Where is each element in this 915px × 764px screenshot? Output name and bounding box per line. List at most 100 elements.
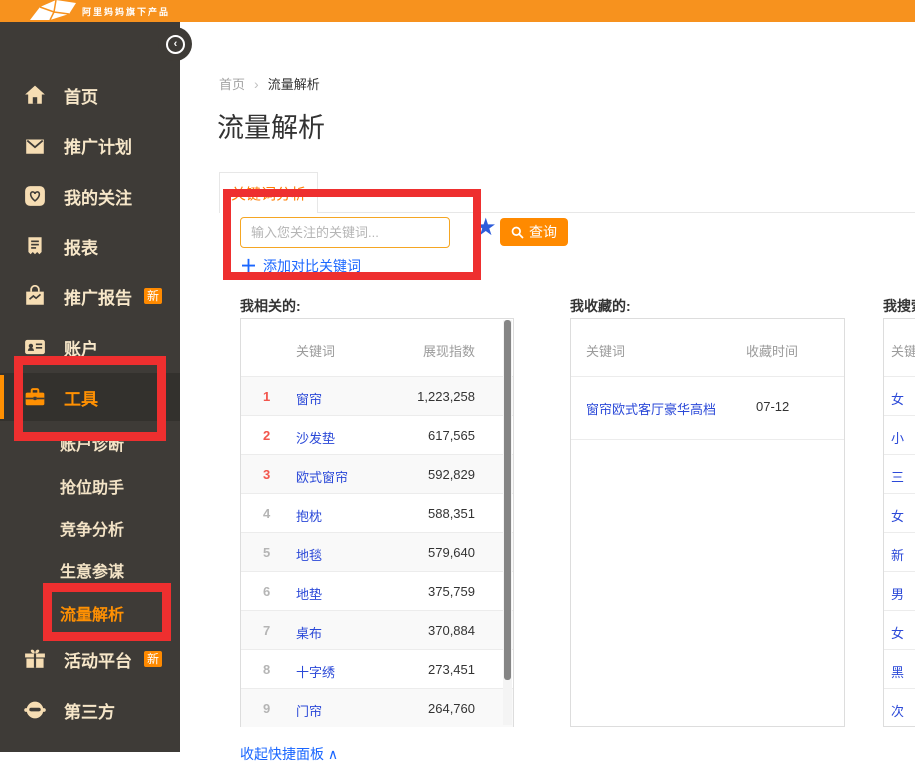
table-row: 小 [884, 415, 915, 454]
table-row: 女 [884, 376, 915, 415]
sidebar-item-campaigns[interactable]: 推广计划 [0, 121, 180, 169]
traffic-analysis-page: { "colors": { "brand_orange": "#f7921e",… [0, 0, 915, 752]
keyword-link[interactable]: 十字绣 [296, 662, 335, 681]
rank-cell: 7 [263, 623, 270, 638]
brand-text: 阿里妈妈旗下产品 [82, 5, 170, 18]
rank-cell: 4 [263, 506, 270, 521]
keyword-link[interactable]: 小 [891, 428, 904, 447]
search-icon [511, 226, 524, 239]
rank-cell: 6 [263, 584, 270, 599]
chevron-right-icon: › [254, 76, 259, 92]
query-button[interactable]: 查询 [500, 218, 568, 246]
rank-cell: 3 [263, 467, 270, 482]
heart-icon [24, 185, 46, 207]
sidebar-item-label: 工具 [64, 385, 98, 410]
keyword-link[interactable]: 三 [891, 467, 904, 486]
rank-cell: 9 [263, 701, 270, 716]
table-row: 女 [884, 610, 915, 649]
table-row: 2 沙发垫 617,565 [241, 415, 513, 454]
keyword-link[interactable]: 次 [891, 701, 904, 720]
collapse-sidebar-icon[interactable]: ‹ [166, 35, 185, 54]
tab-divider [318, 212, 915, 213]
sidebar-item-label: 账户 [64, 335, 98, 360]
sidebar-subitem-rank-helper[interactable]: 抢位助手 [60, 471, 124, 501]
sidebar-subitem-label: 流量解析 [60, 601, 124, 625]
keyword-link[interactable]: 欧式窗帘 [296, 467, 348, 486]
sidebar-item-third-party[interactable]: 第三方 [0, 686, 180, 734]
keyword-link[interactable]: 窗帘 [296, 389, 322, 408]
impression-index-cell: 1,223,258 [417, 389, 475, 404]
impression-index-cell: 588,351 [428, 506, 475, 521]
favorites-table-label: 我收藏的: [570, 296, 631, 316]
sidebar-item-reports[interactable]: 报表 [0, 222, 180, 270]
sidebar-item-label: 推广计划 [64, 133, 132, 158]
related-table-label: 我相关的: [240, 296, 301, 316]
keyword-link[interactable]: 男 [891, 584, 904, 603]
related-keywords-table: 关键词 展现指数 1 窗帘 1,223,258 2 沙发垫 617,565 3 … [240, 318, 514, 727]
impression-index-cell: 273,451 [428, 662, 475, 677]
id-card-icon [24, 336, 46, 358]
scrollbar-track[interactable] [503, 320, 512, 725]
scrollbar-thumb[interactable] [504, 320, 511, 680]
keyword-link[interactable]: 黑 [891, 662, 904, 681]
impression-index-cell: 579,640 [428, 545, 475, 560]
query-button-label: 查询 [529, 222, 557, 242]
sidebar-subitem-account-diagnosis[interactable]: 账户诊断 [60, 428, 124, 458]
briefcase-icon [24, 386, 46, 408]
keyword-link[interactable]: 女 [891, 623, 904, 642]
keyword-link[interactable]: 地垫 [296, 584, 322, 603]
new-badge: 新 [144, 651, 162, 667]
keyword-link[interactable]: 门帘 [296, 701, 322, 720]
sidebar-item-activity-platform[interactable]: 活动平台 新 [0, 635, 180, 683]
column-header-keyword: 关键词 [891, 341, 915, 360]
sidebar-item-label: 报表 [64, 234, 98, 259]
table-row: 7 桌布 370,884 [241, 610, 513, 649]
active-indicator-bar [0, 375, 4, 419]
table-header: 关键词 [884, 319, 915, 376]
sidebar-item-favorites[interactable]: 我的关注 [0, 172, 180, 220]
sidebar-item-account[interactable]: 账户 [0, 323, 180, 371]
table-row: 男 [884, 571, 915, 610]
impression-index-cell: 264,760 [428, 701, 475, 716]
page-title: 流量解析 [217, 106, 325, 145]
rank-cell: 2 [263, 428, 270, 443]
collapse-quick-panel-link[interactable]: 收起快捷面板 ∧ [240, 744, 338, 764]
column-header-favorite-time: 收藏时间 [746, 341, 798, 360]
keyword-link[interactable]: 女 [891, 389, 904, 408]
sidebar-item-label: 活动平台 [64, 647, 132, 672]
impression-index-cell: 592,829 [428, 467, 475, 482]
breadcrumb-home-link[interactable]: 首页 [219, 74, 245, 93]
add-compare-keyword-link[interactable]: ＋ 添加对比关键词 [240, 256, 361, 276]
tab-keyword-analysis[interactable]: 关键词分析 [219, 172, 318, 213]
rank-cell: 5 [263, 545, 270, 560]
sidebar-item-tools[interactable]: 工具 [0, 373, 180, 421]
table-header: 关键词 展现指数 [241, 319, 513, 376]
plus-icon: ＋ [240, 258, 257, 275]
keyword-link[interactable]: 桌布 [296, 623, 322, 642]
sidebar-subitem-label: 竞争分析 [60, 516, 124, 540]
breadcrumb: 首页 › 流量解析 [219, 74, 320, 93]
sidebar-item-home[interactable]: 首页 [0, 71, 180, 119]
table-row: 窗帘欧式客厅豪华高档 07-12 [571, 376, 844, 440]
favorite-star-icon[interactable]: ★ [475, 216, 497, 240]
table-row: 3 欧式窗帘 592,829 [241, 454, 513, 493]
keyword-search-input[interactable] [240, 217, 450, 248]
sidebar-item-label: 第三方 [64, 698, 115, 723]
impression-index-cell: 617,565 [428, 428, 475, 443]
keyword-link[interactable]: 地毯 [296, 545, 322, 564]
table-row: 黑 [884, 649, 915, 688]
keyword-link[interactable]: 沙发垫 [296, 428, 335, 447]
sidebar-subitem-traffic-analysis[interactable]: 流量解析 [60, 598, 124, 628]
home-icon [24, 84, 46, 106]
keyword-link[interactable]: 窗帘欧式客厅豪华高档 [586, 399, 716, 418]
keyword-link[interactable]: 抱枕 [296, 506, 322, 525]
impression-index-cell: 375,759 [428, 584, 475, 599]
keyword-link[interactable]: 女 [891, 506, 904, 525]
sidebar-subitem-business-advisor[interactable]: 生意参谋 [60, 555, 124, 585]
table-row: 三 [884, 454, 915, 493]
keyword-link[interactable]: 新 [891, 545, 904, 564]
campaign-bag-icon [24, 134, 46, 156]
sidebar-item-promo-report[interactable]: 推广报告 新 [0, 272, 180, 320]
chevron-up-icon: ∧ [328, 746, 338, 762]
sidebar-subitem-competition-analysis[interactable]: 竞争分析 [60, 513, 124, 543]
